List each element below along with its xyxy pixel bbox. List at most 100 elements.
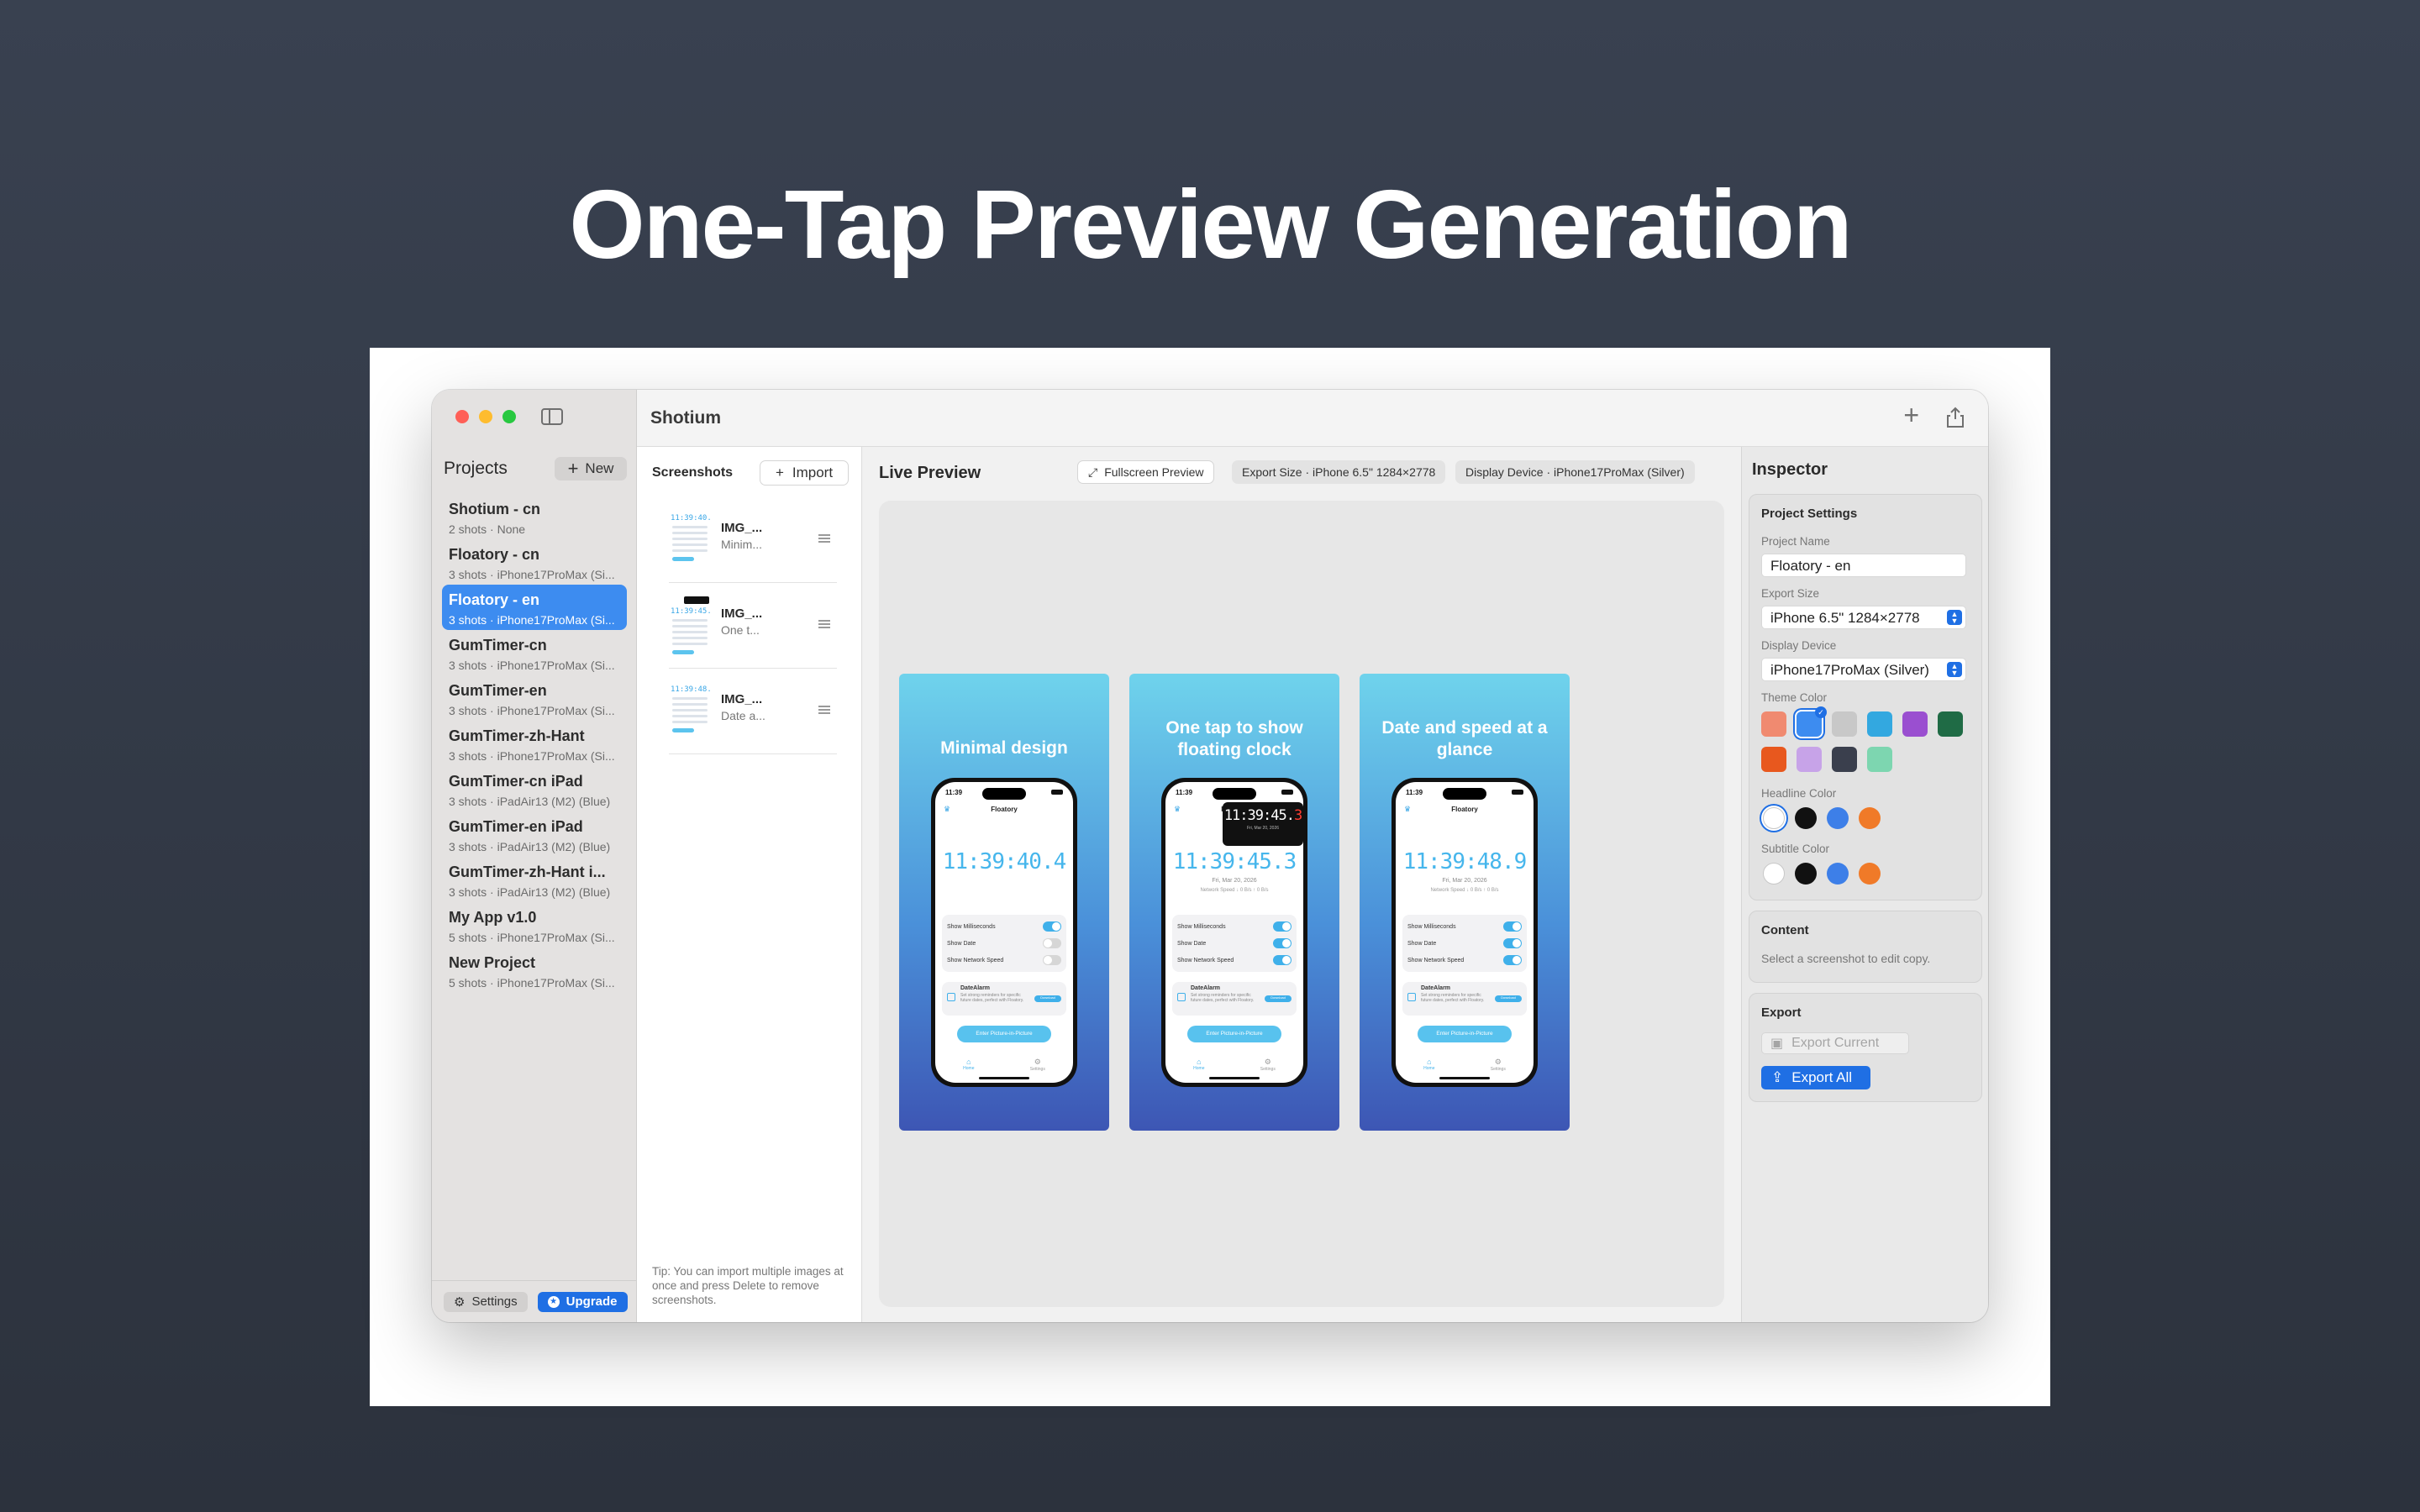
app-window: Projects + New Shotium - cn 2 shots · Non… [432, 390, 1988, 1322]
home-indicator [1439, 1077, 1490, 1079]
status-time: 11:39 [1176, 789, 1193, 796]
phone-app-name: Floatory [991, 806, 1018, 813]
option-label: Show Network Speed [1407, 957, 1465, 963]
project-meta: 3 shots · iPhone17ProMax (Si... [449, 568, 615, 581]
promo-card: DateAlarm Set strong reminders for specif… [942, 982, 1066, 1016]
project-item[interactable]: GumTimer-cn 3 shots · iPhone17ProMax (Si.… [442, 630, 627, 675]
color-option[interactable] [1763, 807, 1785, 829]
promo-description: Set strong reminders for specific future… [1191, 993, 1255, 1003]
export-current-button[interactable]: ▣ Export Current [1761, 1032, 1909, 1054]
home-icon: ⌂ [1427, 1058, 1432, 1066]
thumbnail-line [672, 697, 708, 700]
theme-color-swatch[interactable] [1832, 711, 1857, 737]
project-item[interactable]: GumTimer-zh-Hant i... 3 shots · iPadAir13… [442, 857, 627, 902]
preview-card[interactable]: One tap to show floating clock 11:39♛Floa… [1129, 674, 1339, 1131]
calendar-icon [1407, 993, 1416, 1001]
project-name-field[interactable]: Floatory - en [1761, 554, 1966, 577]
phone-tab: ⌂ Home [963, 1054, 974, 1083]
preview-card[interactable]: Minimal design 11:39 ♛ Floatory 11:39:40.4 Sh… [899, 674, 1109, 1131]
option-row: Show Milliseconds [1402, 918, 1527, 935]
theme-color-swatch[interactable] [1832, 747, 1857, 772]
minimize-window-button[interactable] [479, 410, 492, 423]
export-current-label: Export Current [1791, 1036, 1880, 1050]
export-title: Export [1761, 1005, 1802, 1020]
theme-color-swatch[interactable] [1761, 711, 1786, 737]
zoom-window-button[interactable] [502, 410, 516, 423]
project-item[interactable]: GumTimer-cn iPad 3 shots · iPadAir13 (M2)… [442, 766, 627, 811]
export-size-chip[interactable]: Export Size · iPhone 6.5" 1284×2778 [1232, 460, 1446, 484]
display-device-chip[interactable]: Display Device · iPhone17ProMax (Silver) [1455, 460, 1695, 484]
close-window-button[interactable] [455, 410, 469, 423]
phone-tab: ⚙ Settings [1030, 1054, 1045, 1083]
phone-tab: ⌂ Home [1193, 1054, 1204, 1083]
upgrade-button[interactable]: ★ Upgrade [537, 1291, 628, 1312]
toggle-switch [1503, 921, 1522, 932]
color-option[interactable] [1795, 807, 1817, 829]
thumbnail-time: 11:39:40.4 [671, 514, 711, 522]
project-item[interactable]: Floatory - en 3 shots · iPhone17ProMax (S… [442, 585, 627, 630]
home-icon: ⌂ [1197, 1058, 1202, 1066]
project-meta: 3 shots · iPhone17ProMax (Si... [449, 659, 615, 672]
theme-color-swatch[interactable] [1761, 747, 1786, 772]
theme-color-swatch[interactable] [1867, 711, 1892, 737]
screenshot-row[interactable]: 11:39:45.3 IMG_... One t... [669, 586, 837, 669]
color-option[interactable] [1859, 863, 1881, 885]
expand-icon: ⤢ [1088, 465, 1098, 479]
promo-card: DateAlarm Set strong reminders for specif… [1402, 982, 1527, 1016]
project-meta: 2 shots · None [449, 522, 526, 536]
color-option[interactable] [1827, 807, 1849, 829]
drag-handle-icon[interactable] [818, 534, 830, 544]
color-option[interactable] [1827, 863, 1849, 885]
project-item[interactable]: My App v1.0 5 shots · iPhone17ProMax (Si.… [442, 902, 627, 948]
marketing-headline: One-Tap Preview Generation [569, 170, 1852, 279]
headline-color-label: Headline Color [1761, 787, 1837, 800]
screenshot-row[interactable]: 11:39:48.9 IMG_... Date a... [669, 672, 837, 754]
theme-color-swatch[interactable] [1797, 747, 1822, 772]
export-size-select[interactable]: iPhone 6.5" 1284×2778 ▲ ▼ [1761, 606, 1966, 629]
project-item[interactable]: New Project 5 shots · iPhone17ProMax (Si.… [442, 948, 627, 993]
screenshot-row[interactable]: 11:39:40.4 IMG_... Minim... [669, 501, 837, 583]
import-button[interactable]: + Import [760, 460, 849, 486]
export-all-button[interactable]: ⇪ Export All [1761, 1066, 1870, 1089]
sidebar-toggle-icon[interactable] [541, 408, 563, 425]
theme-color-swatch[interactable] [1797, 706, 1827, 737]
phone-tab: ⌂ Home [1423, 1054, 1434, 1083]
theme-color-swatch[interactable] [1938, 711, 1963, 737]
drag-handle-icon[interactable] [818, 706, 830, 716]
display-device-select[interactable]: iPhone17ProMax (Silver) ▲ ▼ [1761, 658, 1966, 681]
project-item[interactable]: Floatory - cn 3 shots · iPhone17ProMax (S… [442, 539, 627, 585]
status-time: 11:39 [945, 789, 963, 796]
network-speed: Network Speed ↓ 0 B/s ↑ 0 B/s [1200, 888, 1269, 893]
new-project-button[interactable]: + New [555, 457, 627, 480]
project-item[interactable]: GumTimer-zh-Hant 3 shots · iPhone17ProMax… [442, 721, 627, 766]
promo-title: DateAlarm [1191, 985, 1221, 991]
thumbnail-line [672, 715, 708, 717]
clock-date: Fri, Mar 20, 2026 [1212, 878, 1257, 884]
floating-clock-main: 11:39:45. [1223, 807, 1295, 824]
preview-card[interactable]: Date and speed at a glance 11:39 ♛ Floatory… [1360, 674, 1570, 1131]
project-item[interactable]: GumTimer-en 3 shots · iPhone17ProMax (Si.… [442, 675, 627, 721]
color-option[interactable] [1795, 863, 1817, 885]
theme-color-swatch[interactable] [1867, 747, 1892, 772]
thumbnail-line [672, 543, 708, 546]
project-item[interactable]: Shotium - cn 2 shots · None [442, 494, 627, 539]
theme-color-swatch[interactable] [1902, 711, 1928, 737]
home-indicator [979, 1077, 1029, 1079]
thumbnail-time: 11:39:45.3 [671, 607, 711, 616]
image-icon: ▣ [1770, 1037, 1784, 1051]
settings-button[interactable]: ⚙ Settings [444, 1291, 528, 1312]
project-item[interactable]: GumTimer-en iPad 3 shots · iPadAir13 (M2)… [442, 811, 627, 857]
share-icon[interactable] [1946, 407, 1965, 428]
thumbnail-line [672, 709, 708, 711]
drag-handle-icon[interactable] [818, 620, 830, 630]
thumbnail-time: 11:39:48.9 [671, 685, 711, 694]
card-headline: Minimal design [940, 738, 1068, 758]
project-name: My App v1.0 [449, 909, 537, 926]
color-option[interactable] [1859, 807, 1881, 829]
project-meta: 3 shots · iPadAir13 (M2) (Blue) [449, 840, 611, 853]
color-option[interactable] [1763, 863, 1785, 885]
add-icon[interactable]: + [1903, 402, 1919, 428]
fullscreen-preview-button[interactable]: ⤢ Fullscreen Preview [1077, 460, 1215, 484]
display-device-value: iPhone17ProMax (Silver) [1770, 662, 1929, 678]
phone-mockup: 11:39 ♛ Floatory 11:39:40.4 Show Millisecond… [931, 778, 1077, 1087]
